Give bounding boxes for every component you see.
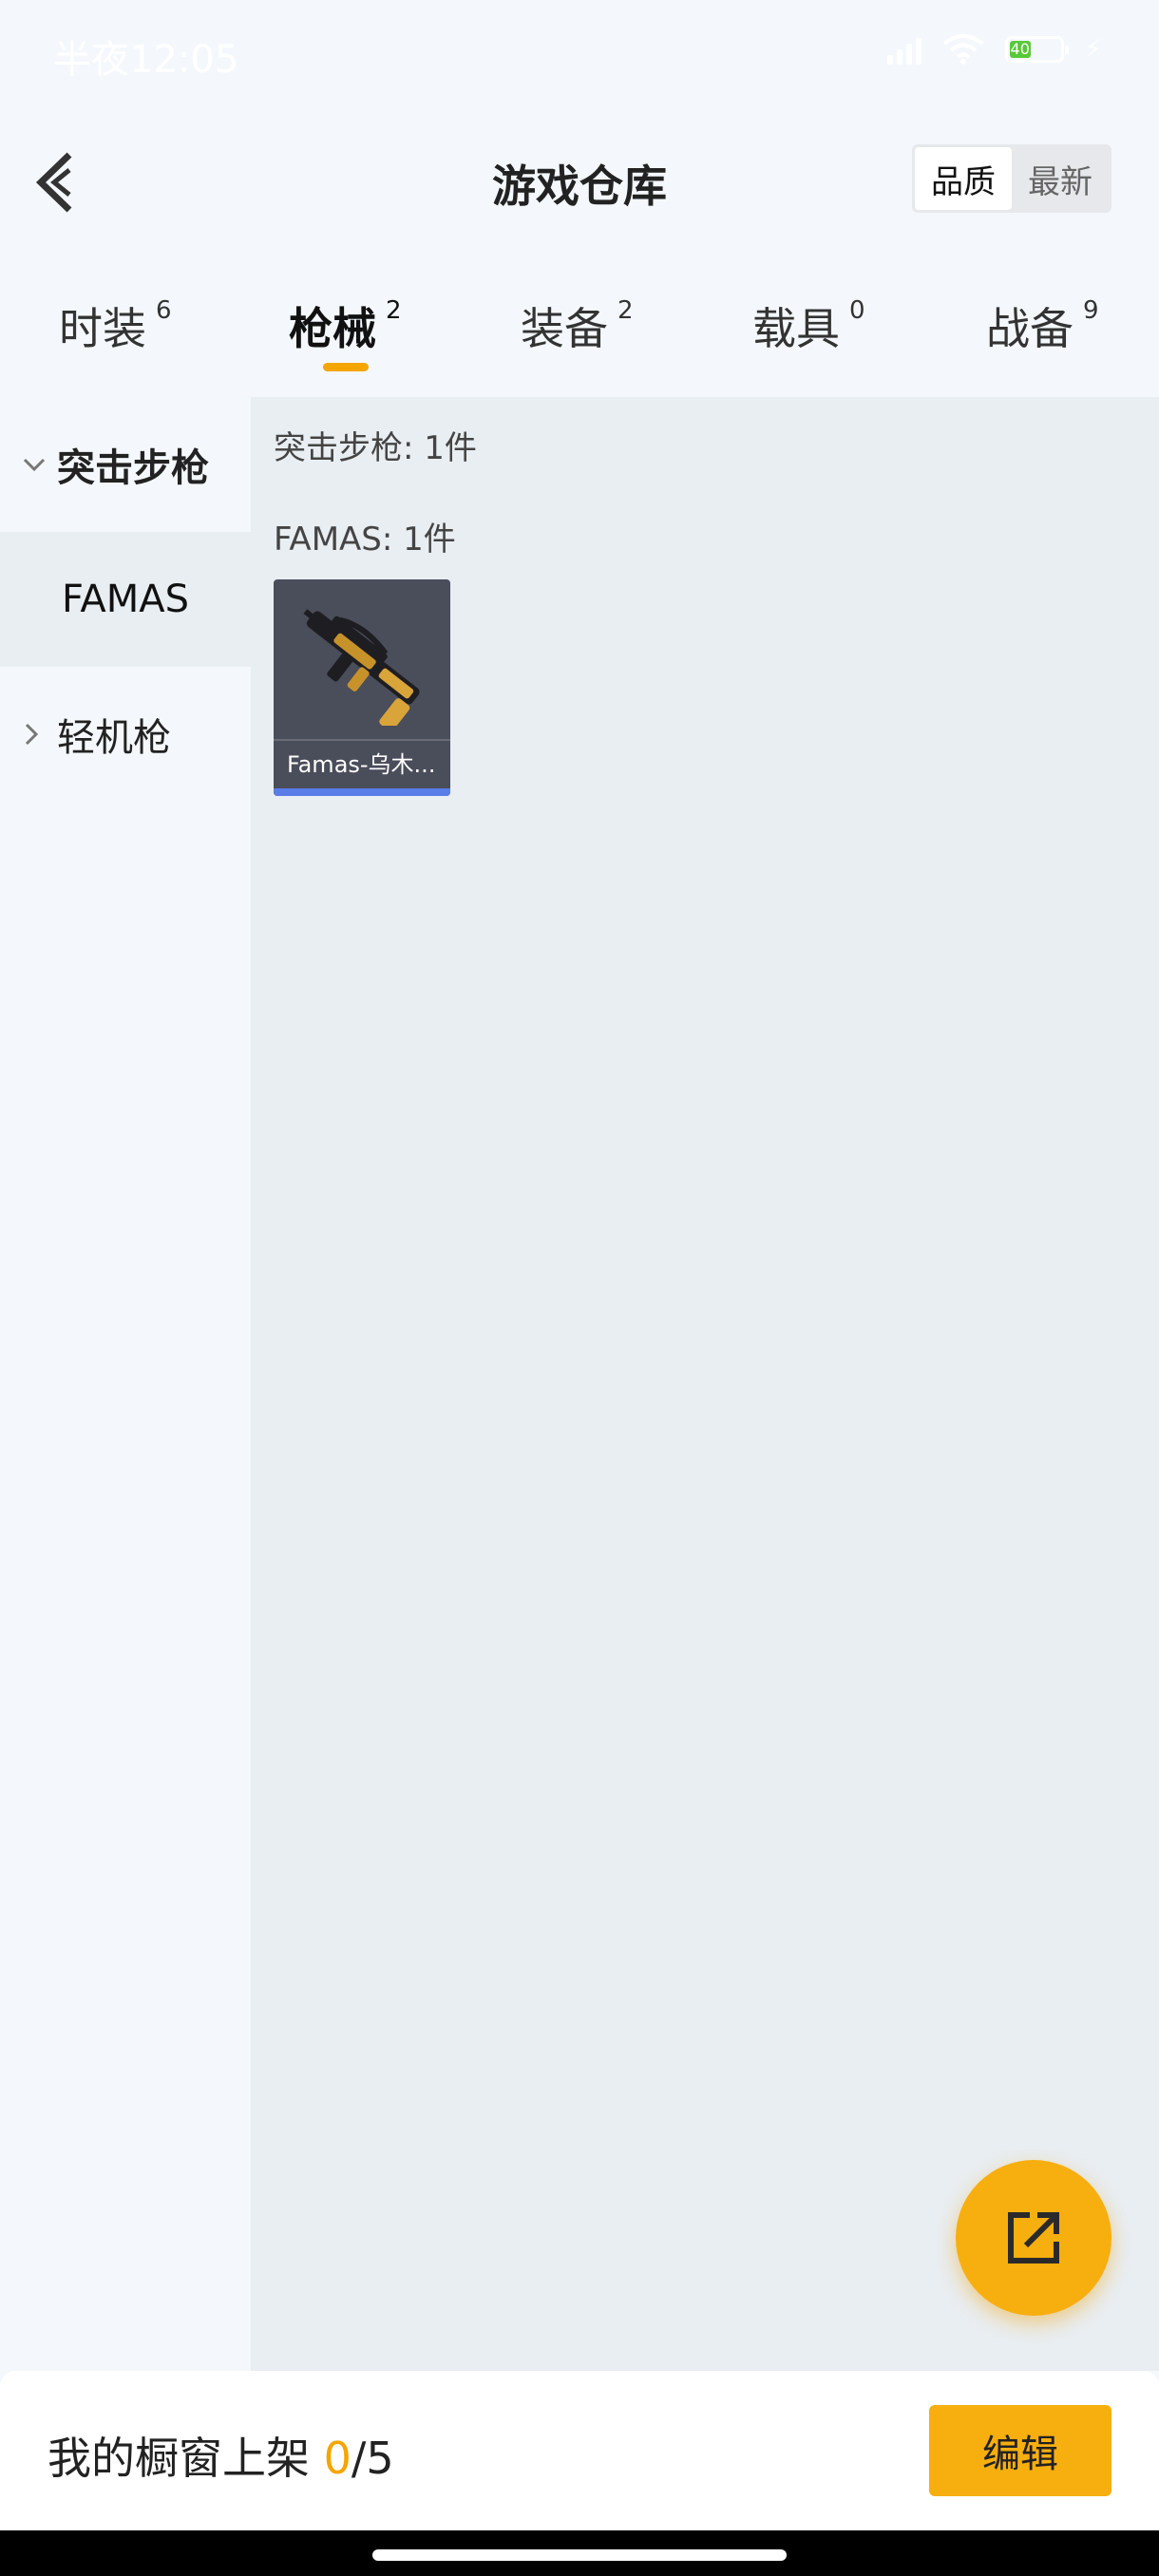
bottom-bar: 我的橱窗上架 0/5 编辑 [0, 2371, 1159, 2530]
showcase-separator: / [351, 2433, 367, 2484]
chevron-down-icon [23, 458, 46, 472]
tab-count: 0 [849, 296, 865, 325]
status-icons: 40 ⚡ [886, 34, 1102, 65]
item-quality-bar [274, 788, 450, 796]
active-tab-indicator [323, 363, 369, 371]
rifle-icon [303, 609, 420, 726]
tab-count: 2 [386, 296, 402, 325]
chevron-right-icon [25, 723, 39, 746]
category-heading: 突击步枪: 1件 [274, 429, 477, 467]
home-indicator[interactable] [372, 2549, 787, 2561]
signal-icon [886, 34, 922, 65]
share-fab-button[interactable] [956, 2160, 1112, 2316]
sidebar-group-assault-rifle[interactable]: 突击步枪 [0, 397, 251, 532]
status-time: 半夜12:05 [53, 38, 239, 82]
tab-vehicles[interactable]: 载具 0 [752, 294, 865, 357]
navigation-bar [0, 2530, 1159, 2576]
tab-label: 战备 [986, 303, 1074, 354]
category-tabs: 时装 6 枪械 2 装备 2 载具 0 战备 9 [0, 275, 1159, 389]
tab-battle-supplies[interactable]: 战备 9 [986, 294, 1099, 357]
item-thumbnail [274, 579, 450, 739]
charging-icon: ⚡ [1084, 35, 1102, 64]
screen: 半夜12:05 40 ⚡ 游戏仓库 品质 最新 时装 6 枪械 2 装备 2 载… [0, 0, 1159, 2576]
sort-by-quality-button[interactable]: 品质 [915, 147, 1012, 210]
wifi-icon [942, 34, 984, 65]
edit-button[interactable]: 编辑 [929, 2405, 1112, 2496]
tab-firearms[interactable]: 枪械 2 [289, 294, 402, 357]
header: 游戏仓库 品质 最新 [0, 104, 1159, 256]
tab-label: 装备 [521, 303, 608, 354]
sort-by-newest-button[interactable]: 最新 [1012, 147, 1109, 210]
tab-label: 时装 [59, 303, 146, 354]
tab-label: 枪械 [289, 303, 376, 354]
tab-fashion[interactable]: 时装 6 [59, 294, 172, 357]
item-name: Famas-乌木... [274, 739, 450, 786]
showcase-max-count: 5 [366, 2433, 394, 2484]
subcategory-heading: FAMAS: 1件 [274, 521, 456, 559]
battery-icon: 40 [1004, 36, 1069, 63]
tab-count: 6 [156, 296, 172, 325]
sidebar: 突击步枪 FAMAS 轻机枪 [0, 397, 251, 2371]
sort-toggle: 品质 最新 [912, 144, 1112, 213]
showcase-status: 我的橱窗上架 0/5 [48, 2424, 394, 2487]
status-bar: 半夜12:05 40 ⚡ [0, 0, 1159, 104]
tab-count: 2 [618, 296, 634, 325]
showcase-current-count: 0 [323, 2433, 352, 2484]
sidebar-item-label: FAMAS [62, 578, 189, 621]
tab-count: 9 [1083, 296, 1099, 325]
sidebar-group-label: 轻机枪 [57, 716, 171, 760]
battery-level: 40 [1009, 40, 1031, 58]
tab-label: 载具 [752, 303, 840, 354]
sidebar-group-label: 突击步枪 [57, 446, 209, 490]
tab-equipment[interactable]: 装备 2 [521, 294, 634, 357]
item-grid-panel: 突击步枪: 1件 FAMAS: 1件 Famas-乌木... [251, 397, 1159, 2371]
showcase-label: 我的橱窗上架 [48, 2433, 310, 2484]
sidebar-item-famas[interactable]: FAMAS [0, 532, 251, 667]
share-external-icon [1008, 2212, 1059, 2263]
sidebar-group-light-machine-gun[interactable]: 轻机枪 [0, 667, 251, 802]
item-card[interactable]: Famas-乌木... [274, 579, 450, 796]
